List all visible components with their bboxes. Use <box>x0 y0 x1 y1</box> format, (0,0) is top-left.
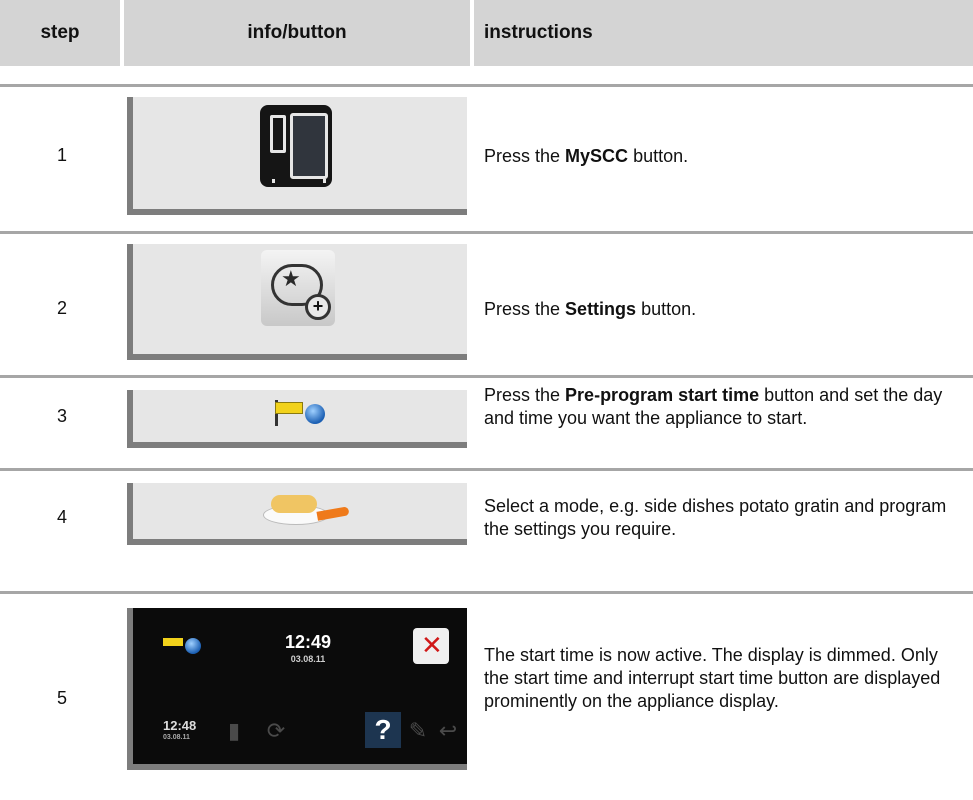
dimmed-oven-icon: ▮ <box>227 718 241 743</box>
instruction-text: Select a mode, e.g. side dishes potato g… <box>484 496 947 539</box>
clock-time: 12:48 <box>163 718 197 733</box>
instruction-text: Press the Pre-program start time button … <box>484 385 943 428</box>
globe-icon <box>185 638 201 654</box>
settings-cloud-plus-icon[interactable]: ★ + <box>261 250 335 326</box>
header-step: step <box>0 0 120 66</box>
stars-glyph: ★ <box>281 266 301 291</box>
clock-date: 03.08.11 <box>163 734 190 741</box>
dimmed-edit-icon: ✎ <box>408 718 428 743</box>
start-date: 03.08.11 <box>290 654 326 664</box>
oven-legs-shape <box>272 179 326 183</box>
instruction-text: Press the Settings button. <box>484 299 697 319</box>
appliance-screen: 12:49 03.08.11 ✕ 12:48 03.08.11 ▮ ⟳ ? ✎ … <box>133 608 467 754</box>
close-icon: ✕ <box>421 630 443 660</box>
table-row: 2 ★ + Press the Settings button. <box>0 234 973 362</box>
mysc-oven-icon[interactable] <box>260 105 332 187</box>
info-panel <box>127 483 467 545</box>
header-instructions: instructions <box>474 0 973 66</box>
dimmed-back-icon: ↩ <box>438 718 458 743</box>
appliance-display-panel: 12:49 03.08.11 ✕ 12:48 03.08.11 ▮ ⟳ ? ✎ … <box>127 608 467 770</box>
dimmed-care-icon: ⟳ <box>266 718 286 743</box>
info-panel <box>127 390 467 448</box>
potato-gratin-dish-icon[interactable] <box>263 487 353 527</box>
oven-handle-shape <box>270 115 286 153</box>
interrupt-start-time-button[interactable]: ✕ <box>413 628 449 664</box>
table-row: 3 Press the Pre-program start time butto… <box>0 378 973 460</box>
globe-icon <box>305 404 325 424</box>
table-row: 4 Select a mode, e.g. side dishes potato… <box>0 471 973 571</box>
flag-shape <box>275 402 303 414</box>
start-time: 12:49 <box>284 632 332 652</box>
instruction-text: The start time is now active. The displa… <box>484 645 941 711</box>
step-number: 2 <box>56 298 67 318</box>
step-number: 5 <box>56 688 67 708</box>
info-panel: ★ + <box>127 244 467 360</box>
header-info-button: info/button <box>124 0 470 66</box>
instruction-text: Press the MySCC button. <box>484 146 689 166</box>
plus-icon: + <box>305 294 331 320</box>
step-number: 1 <box>56 145 67 165</box>
table-header: step info/button instructions <box>0 0 973 66</box>
oven-door-shape <box>290 113 328 179</box>
start-time-flag-icon <box>163 638 183 646</box>
table-row: 5 12:49 03.08.11 ✕ 12:48 03.08.11 ▮ ⟳ ? … <box>0 594 973 794</box>
step-number: 4 <box>56 507 67 527</box>
gratin-shape <box>271 495 317 513</box>
help-button[interactable]: ? <box>365 712 401 748</box>
info-panel <box>127 97 467 215</box>
table-row: 1 Press the MySCC button. <box>0 87 973 227</box>
step-number: 3 <box>56 406 67 426</box>
preprogram-start-time-icon[interactable] <box>275 400 333 428</box>
